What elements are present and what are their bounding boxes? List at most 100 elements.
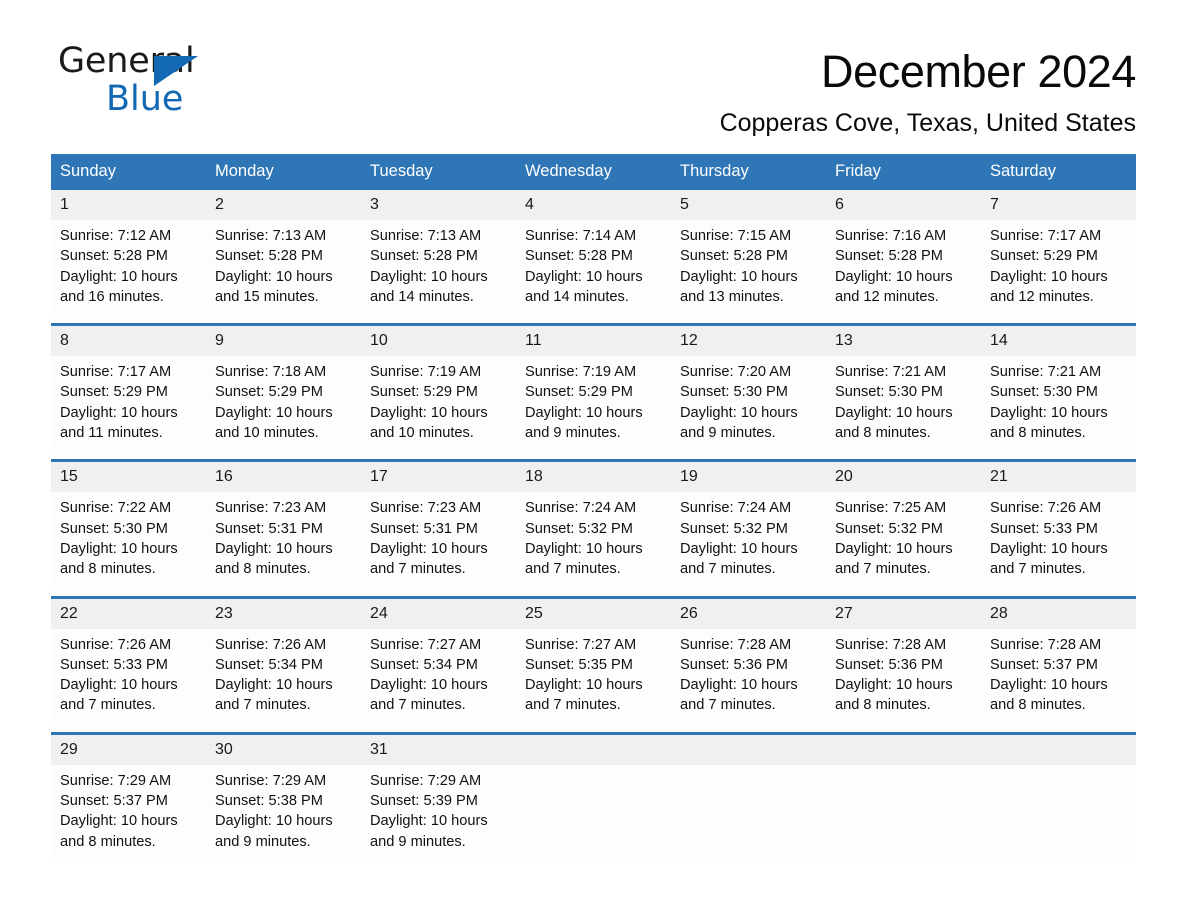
sunset-text: Sunset: 5:32 PM <box>835 520 943 537</box>
calendar-day-cell[interactable]: 11 Sunrise: 7:19 AM Sunset: 5:29 PM Dayligh… <box>516 326 671 450</box>
calendar-day-cell[interactable]: 10 Sunrise: 7:19 AM Sunset: 5:29 PM Dayligh… <box>361 326 516 450</box>
sunset-text: Sunset: 5:30 PM <box>835 384 943 401</box>
sunset-text: Sunset: 5:33 PM <box>60 656 168 673</box>
day-number: 20 <box>826 462 981 493</box>
sunrise-text: Sunrise: 7:26 AM <box>215 636 327 653</box>
weekday-header-row: Sunday Monday Tuesday Wednesday Thursday… <box>51 154 1136 190</box>
page-title: December 2024 <box>821 46 1136 97</box>
day-number: 7 <box>981 190 1136 220</box>
sunset-text: Sunset: 5:28 PM <box>215 248 323 265</box>
sunrise-text: Sunrise: 7:21 AM <box>990 364 1102 381</box>
sunrise-text: Sunrise: 7:29 AM <box>215 772 327 789</box>
calendar-day-cell[interactable]: 7 Sunrise: 7:17 AM Sunset: 5:29 PM Daylight… <box>981 190 1136 314</box>
sunrise-text: Sunrise: 7:28 AM <box>990 636 1102 653</box>
day-number: 3 <box>361 190 516 220</box>
calendar-day-cell[interactable]: 30 Sunrise: 7:29 AM Sunset: 5:38 PM Dayligh… <box>206 734 361 858</box>
calendar-day-cell[interactable]: 20 Sunrise: 7:25 AM Sunset: 5:32 PM Dayligh… <box>826 462 981 586</box>
calendar-day-cell[interactable]: 9 Sunrise: 7:18 AM Sunset: 5:29 PM Daylight… <box>206 326 361 450</box>
general-blue-logo[interactable]: General Blue <box>58 44 318 122</box>
daylight-text: Daylight: 10 hours and 8 minutes. <box>990 677 1108 714</box>
daylight-text: Daylight: 10 hours and 8 minutes. <box>60 813 178 850</box>
calendar-day-cell[interactable]: 23 Sunrise: 7:26 AM Sunset: 5:34 PM Dayligh… <box>206 598 361 722</box>
calendar-week-row: 8 Sunrise: 7:17 AM Sunset: 5:29 PM Daylight… <box>51 323 1136 450</box>
day-number: 8 <box>51 326 206 357</box>
day-details: Sunrise: 7:13 AM Sunset: 5:28 PM Daylight:… <box>361 220 516 307</box>
calendar-day-cell[interactable]: 26 Sunrise: 7:28 AM Sunset: 5:36 PM Dayligh… <box>671 598 826 722</box>
day-details: Sunrise: 7:29 AM Sunset: 5:39 PM Daylight:… <box>361 765 516 852</box>
calendar-day-cell[interactable]: 27 Sunrise: 7:28 AM Sunset: 5:36 PM Dayligh… <box>826 598 981 722</box>
day-number: 19 <box>671 462 826 493</box>
sunrise-text: Sunrise: 7:19 AM <box>525 364 637 381</box>
daylight-text: Daylight: 10 hours and 16 minutes. <box>60 268 178 305</box>
weekday-header-sunday: Sunday <box>60 162 116 180</box>
daylight-text: Daylight: 10 hours and 8 minutes. <box>990 404 1108 442</box>
logo-text-blue: Blue <box>106 79 184 119</box>
daylight-text: Daylight: 10 hours and 9 minutes. <box>680 404 798 442</box>
calendar-day-cell[interactable]: 8 Sunrise: 7:17 AM Sunset: 5:29 PM Daylight… <box>51 326 206 450</box>
calendar-day-cell[interactable]: 5 Sunrise: 7:15 AM Sunset: 5:28 PM Daylight… <box>671 190 826 314</box>
sunset-text: Sunset: 5:30 PM <box>990 384 1098 401</box>
calendar-day-cell[interactable]: 17 Sunrise: 7:23 AM Sunset: 5:31 PM Dayligh… <box>361 462 516 586</box>
calendar-day-cell[interactable]: 1 Sunrise: 7:12 AM Sunset: 5:28 PM Daylight… <box>51 190 206 314</box>
day-number: 1 <box>51 190 206 220</box>
day-number: 25 <box>516 598 671 629</box>
weekday-header-thursday: Thursday <box>680 162 749 180</box>
calendar-day-cell[interactable]: 6 Sunrise: 7:16 AM Sunset: 5:28 PM Daylight… <box>826 190 981 314</box>
sunrise-text: Sunrise: 7:23 AM <box>370 500 482 517</box>
day-details: Sunrise: 7:21 AM Sunset: 5:30 PM Daylight:… <box>826 356 981 443</box>
day-details <box>671 765 826 851</box>
sunset-text: Sunset: 5:29 PM <box>370 384 478 401</box>
day-number: 21 <box>981 462 1136 493</box>
calendar-day-cell[interactable]: 13 Sunrise: 7:21 AM Sunset: 5:30 PM Dayligh… <box>826 326 981 450</box>
sunrise-text: Sunrise: 7:15 AM <box>680 228 792 244</box>
day-number: 23 <box>206 598 361 629</box>
daylight-text: Daylight: 10 hours and 7 minutes. <box>60 677 178 714</box>
calendar-day-cell[interactable]: 19 Sunrise: 7:24 AM Sunset: 5:32 PM Dayligh… <box>671 462 826 586</box>
calendar-day-cell[interactable]: 31 Sunrise: 7:29 AM Sunset: 5:39 PM Dayligh… <box>361 734 516 858</box>
calendar-day-cell[interactable]: 2 Sunrise: 7:13 AM Sunset: 5:28 PM Daylight… <box>206 190 361 314</box>
day-number: 17 <box>361 462 516 493</box>
sunset-text: Sunset: 5:28 PM <box>525 248 633 265</box>
sunset-text: Sunset: 5:31 PM <box>370 520 478 537</box>
day-details: Sunrise: 7:27 AM Sunset: 5:35 PM Daylight:… <box>516 629 671 716</box>
calendar-day-cell[interactable]: 3 Sunrise: 7:13 AM Sunset: 5:28 PM Daylight… <box>361 190 516 314</box>
sunrise-text: Sunrise: 7:24 AM <box>680 500 792 517</box>
sunset-text: Sunset: 5:28 PM <box>60 248 168 265</box>
day-details: Sunrise: 7:26 AM Sunset: 5:34 PM Daylight:… <box>206 629 361 716</box>
calendar-week-row: 29 Sunrise: 7:29 AM Sunset: 5:37 PM Dayligh… <box>51 731 1136 858</box>
sunrise-text: Sunrise: 7:28 AM <box>680 636 792 653</box>
sunrise-text: Sunrise: 7:27 AM <box>525 636 637 653</box>
calendar-day-cell[interactable]: 15 Sunrise: 7:22 AM Sunset: 5:30 PM Dayligh… <box>51 462 206 586</box>
day-details: Sunrise: 7:19 AM Sunset: 5:29 PM Daylight:… <box>516 356 671 443</box>
sunset-text: Sunset: 5:37 PM <box>990 656 1098 673</box>
sunset-text: Sunset: 5:29 PM <box>60 384 168 401</box>
day-details: Sunrise: 7:24 AM Sunset: 5:32 PM Daylight:… <box>671 492 826 579</box>
daylight-text: Daylight: 10 hours and 14 minutes. <box>370 268 488 305</box>
sunrise-text: Sunrise: 7:17 AM <box>990 228 1102 244</box>
calendar-day-cell[interactable]: 4 Sunrise: 7:14 AM Sunset: 5:28 PM Daylight… <box>516 190 671 314</box>
daylight-text: Daylight: 10 hours and 7 minutes. <box>215 677 333 714</box>
calendar-day-cell[interactable]: 12 Sunrise: 7:20 AM Sunset: 5:30 PM Dayligh… <box>671 326 826 450</box>
sunrise-text: Sunrise: 7:16 AM <box>835 228 947 244</box>
sunrise-text: Sunrise: 7:22 AM <box>60 500 172 517</box>
sunset-text: Sunset: 5:28 PM <box>370 248 478 265</box>
calendar-day-cell[interactable]: 24 Sunrise: 7:27 AM Sunset: 5:34 PM Dayligh… <box>361 598 516 722</box>
title-block: December 2024 Copperas Cove, Texas, Unit… <box>720 44 1137 138</box>
weekday-header-monday: Monday <box>215 162 274 180</box>
sunrise-text: Sunrise: 7:29 AM <box>60 772 172 789</box>
sunset-text: Sunset: 5:36 PM <box>680 656 788 673</box>
daylight-text: Daylight: 10 hours and 11 minutes. <box>60 404 178 442</box>
calendar-day-cell[interactable]: 21 Sunrise: 7:26 AM Sunset: 5:33 PM Dayligh… <box>981 462 1136 586</box>
calendar-day-cell[interactable]: 28 Sunrise: 7:28 AM Sunset: 5:37 PM Dayligh… <box>981 598 1136 722</box>
sunset-text: Sunset: 5:29 PM <box>215 384 323 401</box>
calendar-day-cell[interactable]: 16 Sunrise: 7:23 AM Sunset: 5:31 PM Dayligh… <box>206 462 361 586</box>
calendar-day-cell[interactable]: 18 Sunrise: 7:24 AM Sunset: 5:32 PM Dayligh… <box>516 462 671 586</box>
calendar-day-cell[interactable]: 22 Sunrise: 7:26 AM Sunset: 5:33 PM Dayligh… <box>51 598 206 722</box>
calendar-day-cell[interactable]: 25 Sunrise: 7:27 AM Sunset: 5:35 PM Dayligh… <box>516 598 671 722</box>
calendar-day-cell[interactable]: 14 Sunrise: 7:21 AM Sunset: 5:30 PM Dayligh… <box>981 326 1136 450</box>
sunset-text: Sunset: 5:39 PM <box>370 793 478 810</box>
daylight-text: Daylight: 10 hours and 7 minutes. <box>370 677 488 714</box>
sunset-text: Sunset: 5:29 PM <box>525 384 633 401</box>
calendar-day-cell[interactable]: 29 Sunrise: 7:29 AM Sunset: 5:37 PM Dayligh… <box>51 734 206 858</box>
day-details: Sunrise: 7:28 AM Sunset: 5:36 PM Daylight:… <box>826 629 981 716</box>
